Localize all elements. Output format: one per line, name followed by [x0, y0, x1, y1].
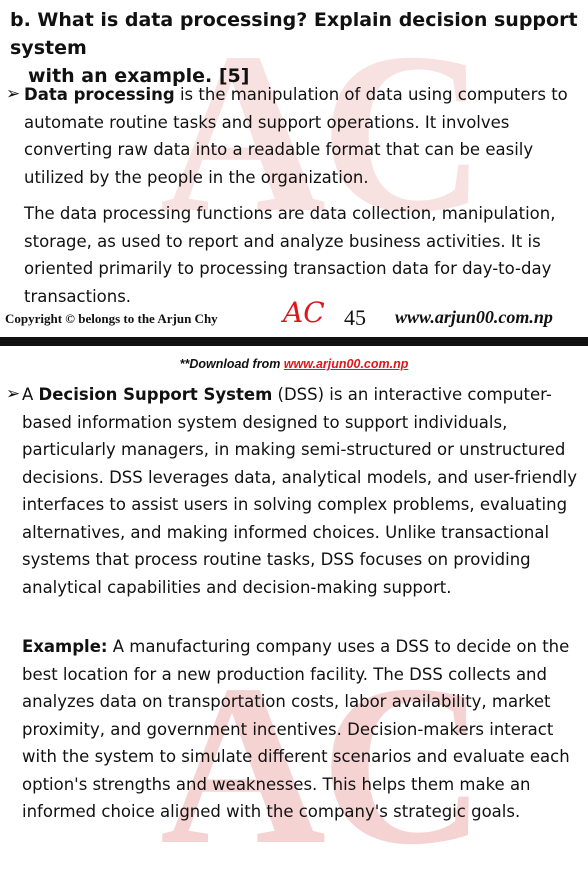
- download-link[interactable]: www.arjun00.com.np: [284, 357, 409, 371]
- arrow-bullet-icon: ➢: [6, 384, 21, 404]
- arrow-bullet-icon: ➢: [6, 84, 21, 104]
- website-text: www.arjun00.com.np: [395, 307, 553, 327]
- question-line-1: b. What is data processing? Explain deci…: [10, 9, 578, 59]
- page-footer: Copyright © belongs to the Arjun Chy AC …: [5, 296, 580, 336]
- example-text: A manufacturing company uses a DSS to de…: [22, 637, 570, 821]
- question-heading: b. What is data processing? Explain deci…: [10, 6, 580, 90]
- data-processing-definition: ➢ Data processing is the manipulation of…: [6, 80, 580, 191]
- ac-logo: AC: [283, 296, 325, 329]
- example-label: Example:: [22, 637, 108, 656]
- dss-intro: A: [22, 385, 39, 404]
- dss-example: Example: A manufacturing company uses a …: [22, 633, 582, 826]
- copyright-text: Copyright © belongs to the Arjun Chy: [5, 311, 218, 326]
- download-prefix: **Download from: [179, 357, 284, 371]
- data-processing-functions: The data processing functions are data c…: [24, 204, 556, 306]
- page-number: 45: [344, 305, 366, 330]
- dss-definition-text: (DSS) is an interactive computer-based i…: [22, 385, 578, 597]
- data-processing-term: Data processing: [24, 85, 175, 104]
- download-banner: **Download from www.arjun00.com.np: [0, 357, 588, 371]
- dss-term: Decision Support System: [38, 385, 273, 404]
- page-divider: [0, 337, 588, 346]
- dss-definition: ➢ A Decision Support System (DSS) is an …: [6, 380, 584, 601]
